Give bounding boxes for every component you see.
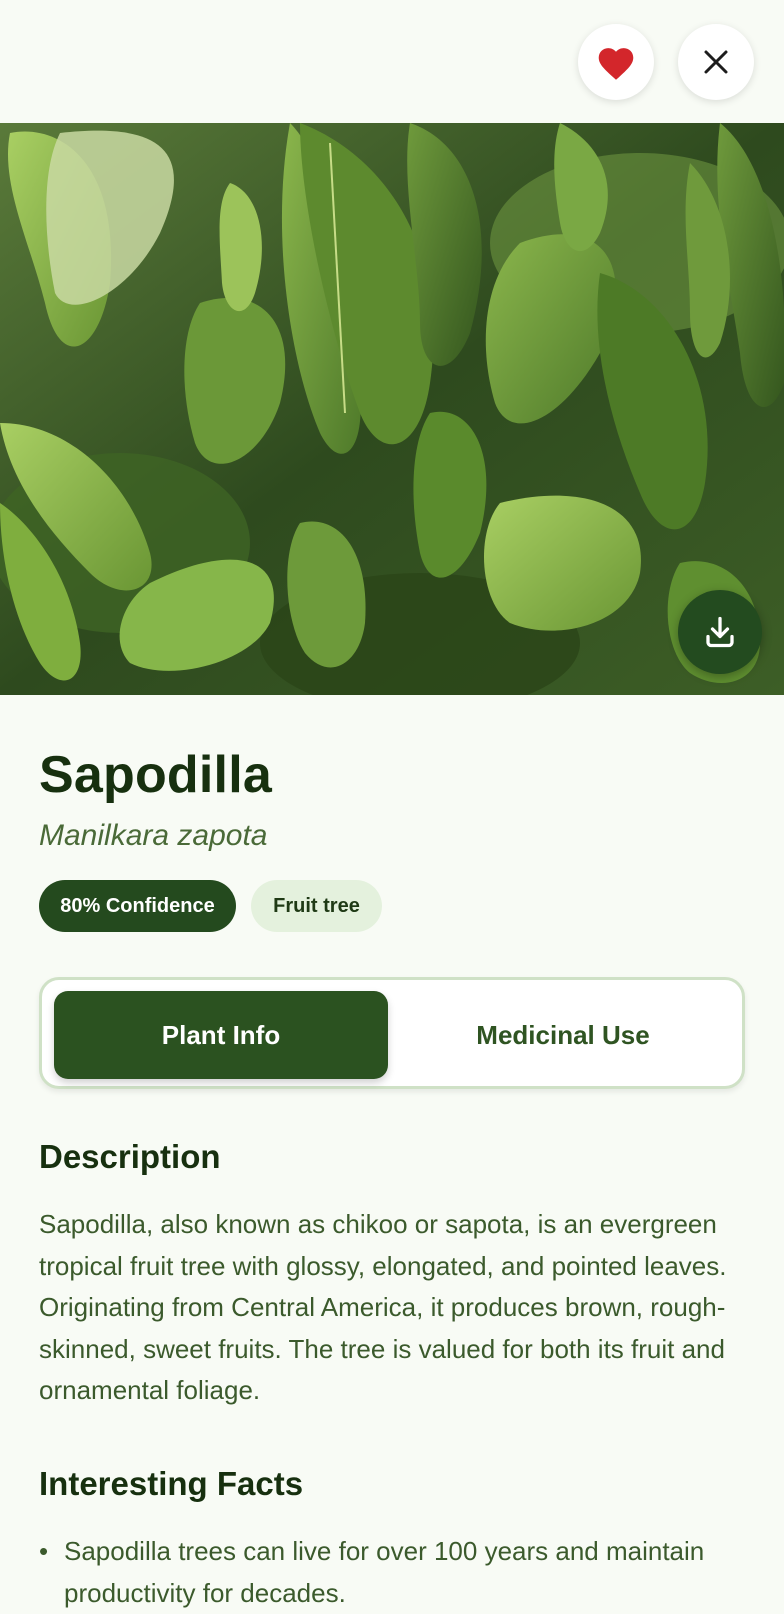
description-heading: Description <box>39 1138 221 1175</box>
tab-plant-info[interactable]: Plant Info <box>54 991 388 1079</box>
heart-icon <box>598 48 634 80</box>
plant-common-name: Sapodilla <box>39 746 272 804</box>
facts-heading: Interesting Facts <box>39 1465 304 1502</box>
top-bar <box>0 0 784 123</box>
confidence-badge: 80% Confidence <box>39 880 236 932</box>
category-chip: Fruit tree <box>251 880 382 932</box>
plant-scientific-name: Manilkara zapota <box>39 819 268 852</box>
plant-photo <box>0 123 784 695</box>
facts-list: • Sapodilla trees can live for over 100 … <box>39 1531 745 1614</box>
favorite-button[interactable] <box>578 24 654 100</box>
download-button[interactable] <box>678 590 762 674</box>
close-icon <box>704 50 728 74</box>
close-button[interactable] <box>678 24 754 100</box>
download-icon <box>706 616 734 648</box>
tab-medicinal-use[interactable]: Medicinal Use <box>396 991 730 1079</box>
bullet: • <box>39 1536 49 1566</box>
list-item: • Sapodilla trees can live for over 100 … <box>39 1531 745 1614</box>
description-text: Sapodilla, also known as chikoo or sapot… <box>39 1209 727 1405</box>
info-tabs: Plant Info Medicinal Use <box>39 977 745 1089</box>
fact-text: Sapodilla trees can live for over 100 ye… <box>64 1536 705 1608</box>
leaves-image <box>0 123 784 695</box>
